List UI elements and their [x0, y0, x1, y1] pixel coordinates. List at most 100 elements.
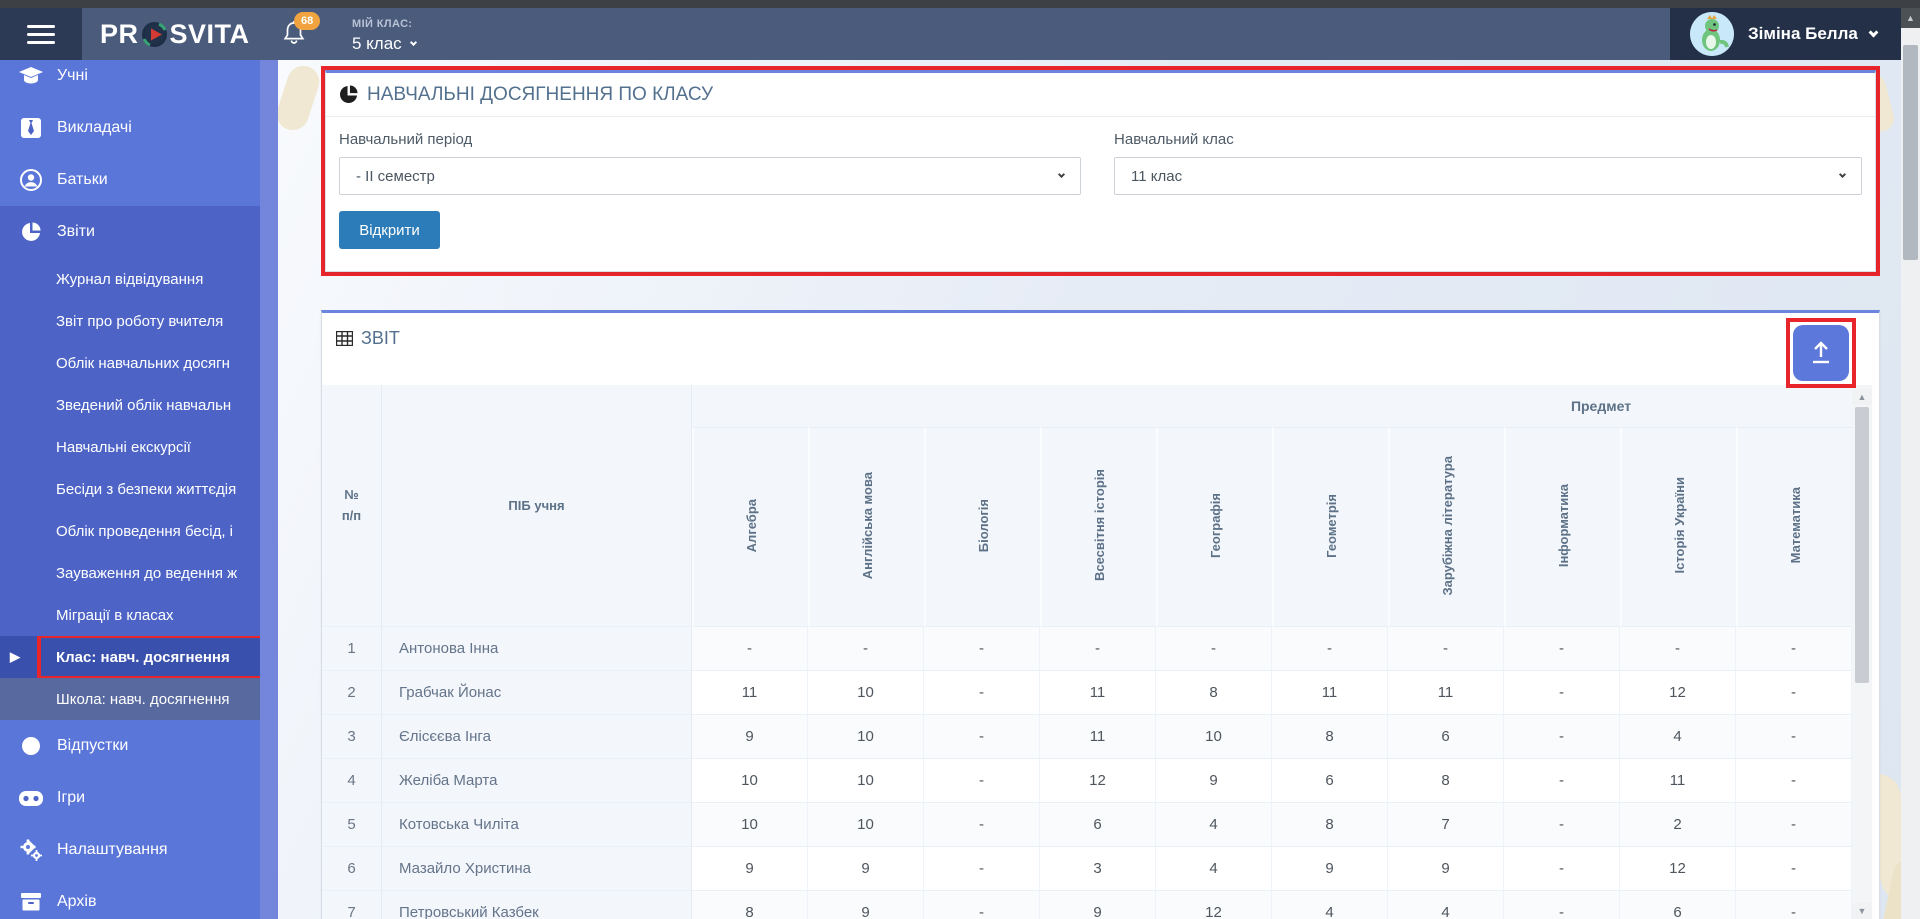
sidebar-subitem[interactable]: Журнал відвідування [0, 258, 260, 300]
sidebar-subitem[interactable]: Школа: навч. досягнення [0, 678, 260, 720]
class-select[interactable]: 11 клас [1114, 157, 1862, 195]
open-button[interactable]: Відкрити [339, 211, 440, 249]
grade-cell: - [1736, 847, 1852, 891]
sidebar-subitem-label: Облік навчальних досягн [56, 354, 230, 372]
person-circle-icon [18, 169, 44, 191]
app-window: PR SVITA 68 МІЙ КЛАС: 5 клас Зіміна Белл… [0, 0, 1920, 919]
student-name: Петровський Казбек [382, 891, 692, 919]
sidebar-subitem[interactable]: Звіт про роботу вчителя [0, 300, 260, 342]
my-class-selector[interactable]: МІЙ КЛАС: 5 клас [352, 18, 417, 54]
scroll-up-icon[interactable]: ▲ [1852, 389, 1872, 405]
user-name: Зіміна Белла [1748, 24, 1858, 43]
sidebar-subitem[interactable]: Зауваження до ведення ж [0, 552, 260, 594]
grade-cell: - [924, 891, 1040, 919]
table-scrollbar[interactable]: ▲ ▼ [1852, 385, 1872, 919]
subject-label: Алгебра [743, 498, 759, 553]
grade-cell: 12 [1040, 759, 1156, 803]
graduation-cap-icon [18, 67, 44, 85]
sidebar-scrollbar[interactable] [260, 60, 278, 919]
grade-cell: 8 [1388, 759, 1504, 803]
sidebar-item-label: Відпустки [57, 737, 129, 754]
chevron-down-icon [1057, 170, 1066, 178]
page-scrollbar[interactable]: ▲ [1901, 0, 1920, 919]
class-achievements-panel-annotation: НАВЧАЛЬНІ ДОСЯГНЕННЯ ПО КЛАСУ Навчальний… [321, 66, 1880, 276]
panel-title: НАВЧАЛЬНІ ДОСЯГНЕННЯ ПО КЛАСУ [367, 83, 714, 105]
subject-label: Історія України [1671, 477, 1687, 574]
student-name: Котовська Чиліта [382, 803, 692, 847]
column-header-subject: Алгебра [692, 427, 808, 627]
grade-cell: 11 [1272, 671, 1388, 715]
sidebar-item-label: Налаштування [57, 841, 168, 858]
sidebar-subitem[interactable]: Міграції в класах [0, 594, 260, 636]
sidebar-item-vacations[interactable]: Відпустки [0, 720, 260, 772]
menu-toggle-button[interactable] [0, 8, 82, 60]
grade-cell: 4 [1156, 803, 1272, 847]
grade-cell: 4 [1156, 847, 1272, 891]
sidebar-subitem[interactable]: ▶ Клас: навч. досягнення [0, 636, 260, 678]
sidebar-subitem[interactable]: Навчальні екскурсії [0, 426, 260, 468]
column-header-subject: Геометрія [1272, 427, 1388, 627]
sidebar-subitem[interactable]: Облік навчальних досягн [0, 342, 260, 384]
gamepad-icon [18, 790, 44, 806]
my-class-label: МІЙ КЛАС: [352, 18, 413, 30]
sidebar-item-teachers[interactable]: Викладачі [0, 102, 260, 154]
export-button-annotation [1786, 318, 1856, 388]
user-menu[interactable]: Зіміна Белла [1670, 8, 1920, 60]
app-logo[interactable]: PR SVITA [100, 8, 250, 60]
notifications-button[interactable]: 68 [282, 12, 328, 60]
subject-label: Біологія [975, 498, 991, 553]
scroll-down-icon[interactable]: ▼ [1852, 903, 1872, 919]
topbar: PR SVITA 68 МІЙ КЛАС: 5 клас Зіміна Белл… [0, 8, 1920, 60]
grade-cell: 11 [1388, 671, 1504, 715]
sidebar-subitem[interactable]: Облік проведення бесід, і [0, 510, 260, 552]
table-scrollbar-thumb[interactable] [1855, 407, 1869, 683]
page-scrollbar-thumb[interactable] [1903, 45, 1918, 260]
sidebar-item-games[interactable]: Ігри [0, 772, 260, 824]
user-chevron-down-icon [1868, 27, 1879, 37]
grade-cell: - [1504, 759, 1620, 803]
sidebar-subitem-label: Школа: навч. досягнення [56, 690, 230, 708]
grade-cell: - [1388, 627, 1504, 671]
page-scroll-up-icon[interactable]: ▲ [1901, 8, 1920, 28]
grade-cell: 6 [1388, 715, 1504, 759]
class-achievements-panel: НАВЧАЛЬНІ ДОСЯГНЕННЯ ПО КЛАСУ Навчальний… [325, 70, 1876, 272]
grade-cell: 12 [1620, 847, 1736, 891]
report-table: № п/п ПІБ учня Предмет Алгебра Англійська… [322, 385, 1852, 919]
sidebar-item-label: Звіти [57, 223, 95, 240]
sidebar-subitem-label: Міграції в класах [56, 606, 174, 624]
subject-label: Геометрія [1323, 493, 1339, 558]
sidebar-item-archive[interactable]: Архів [0, 876, 260, 919]
row-number: 3 [322, 715, 382, 759]
export-upload-button[interactable] [1793, 325, 1849, 381]
sidebar-subitem-label: Звіт про роботу вчителя [56, 312, 224, 330]
sidebar-subitem-label: Навчальні екскурсії [56, 438, 191, 456]
sidebar-item-settings[interactable]: Налаштування [0, 824, 260, 876]
sidebar-subitem-label: Облік проведення бесід, і [56, 522, 233, 540]
grade-cell: - [1736, 627, 1852, 671]
grade-cell: - [1736, 759, 1852, 803]
column-header-number: № п/п [322, 385, 382, 627]
grade-cell: 6 [1040, 803, 1156, 847]
table-row: 6 Мазайло Христина 9 9-3 4 9 9-12- [322, 847, 1852, 891]
sidebar-subitem-label: Зведений облік навчальн [56, 396, 232, 414]
grade-cell: - [1504, 627, 1620, 671]
table-row: 7 Петровський Казбек 8 9-9 12 4 4-6- [322, 891, 1852, 919]
sidebar-subitem[interactable]: Зведений облік навчальн [0, 384, 260, 426]
sidebar-subitem-label: Бесіди з безпеки життєдія [56, 480, 237, 498]
period-select[interactable]: - ІІ семестр [339, 157, 1082, 195]
grade-cell: 9 [692, 847, 808, 891]
sidebar-item-parents[interactable]: Батьки [0, 154, 260, 206]
grade-cell: 10 [1156, 715, 1272, 759]
sidebar-item-students[interactable]: Учні [0, 60, 260, 102]
table-row: 4 Желіба Марта 10 10-12 9 6 8-11- [322, 759, 1852, 803]
student-name: Грабчак Йонас [382, 671, 692, 715]
grade-cell: - [1504, 803, 1620, 847]
upload-icon [1813, 341, 1829, 364]
table-row: 2 Грабчак Йонас 11 10-11 8 11 11-12- [322, 671, 1852, 715]
sidebar-subitem[interactable]: Бесіди з безпеки життєдія [0, 468, 260, 510]
class-label: Навчальний клас [1114, 131, 1234, 148]
column-header-name: ПІБ учня [382, 385, 692, 627]
sidebar-item-reports[interactable]: Звіти [0, 206, 260, 258]
subject-label: Географія [1207, 492, 1223, 559]
grade-cell: - [924, 627, 1040, 671]
